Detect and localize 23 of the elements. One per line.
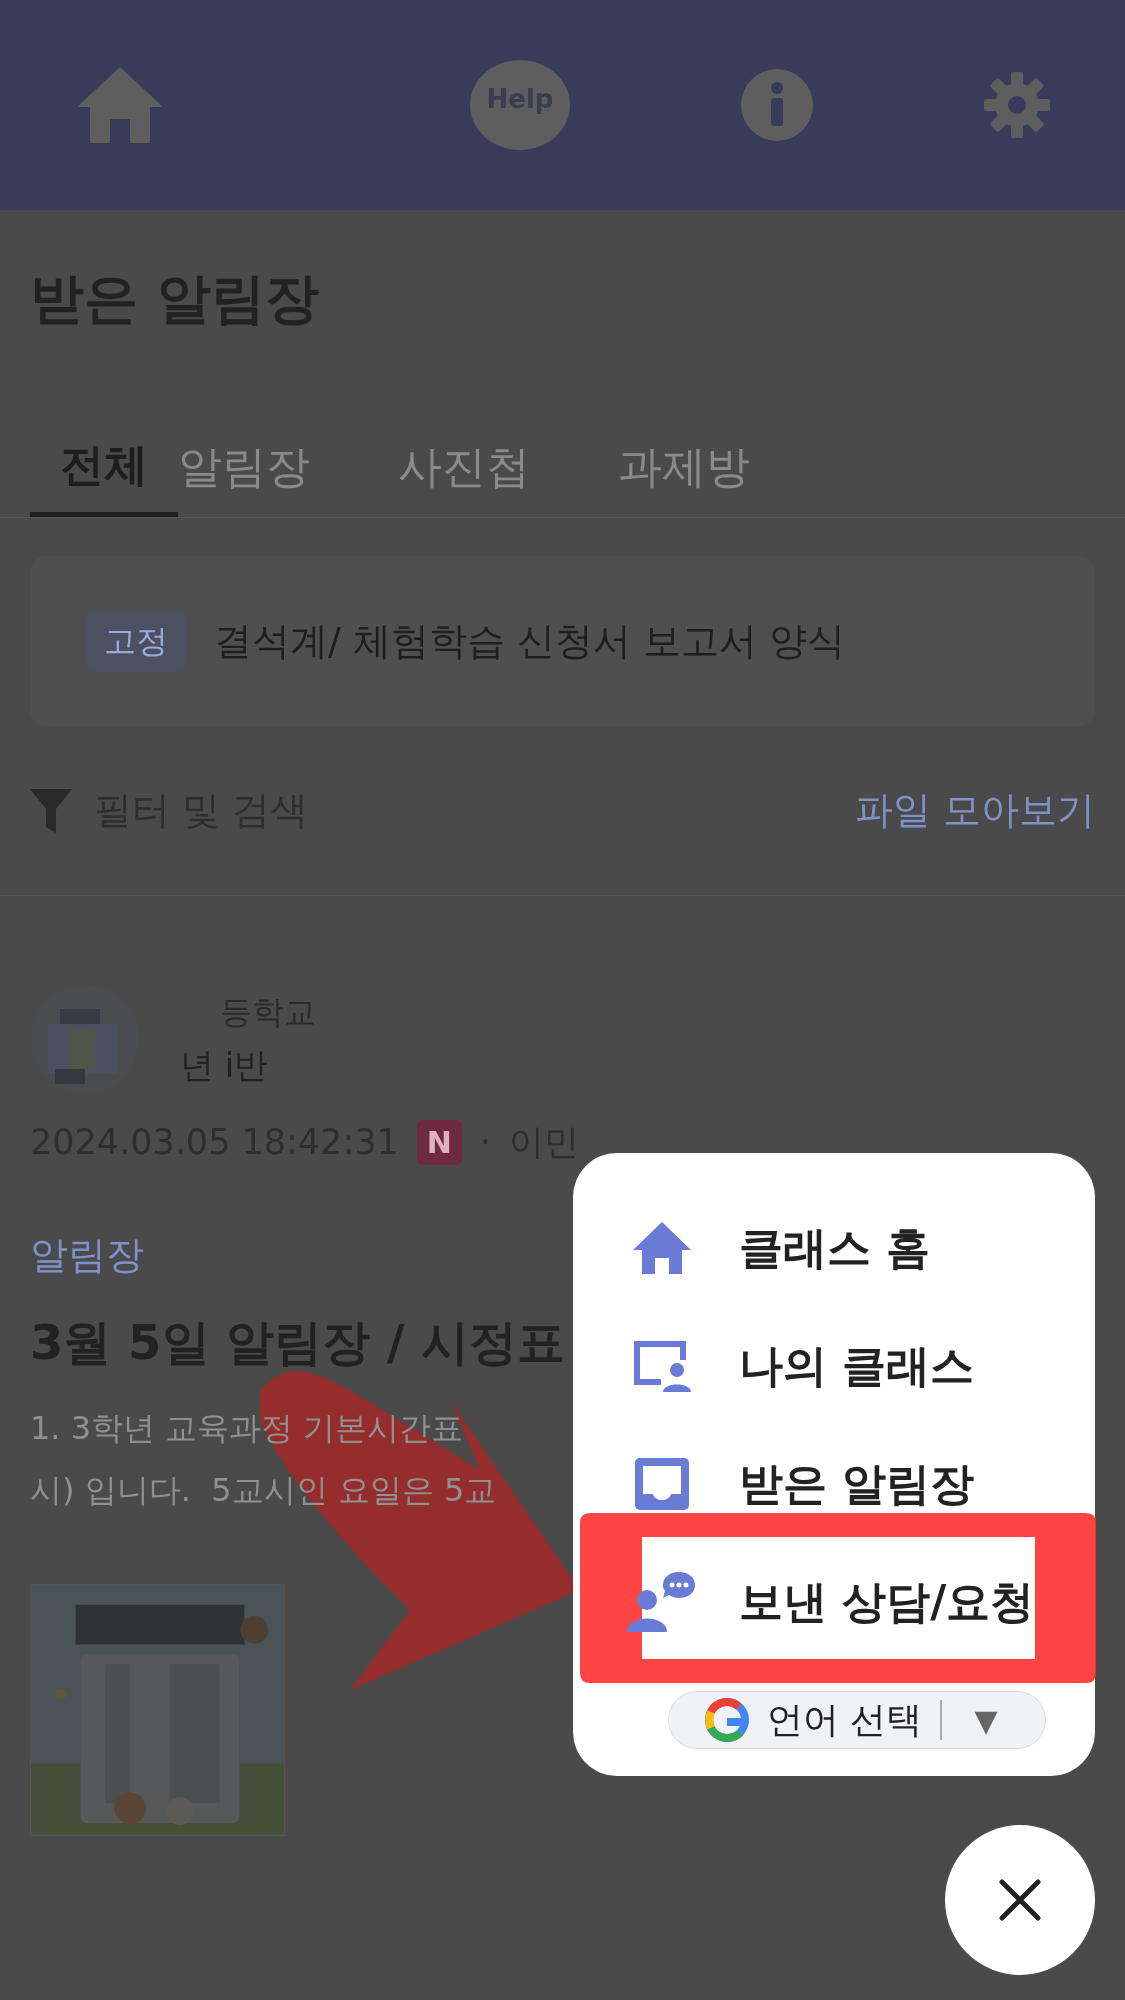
close-icon (998, 1878, 1042, 1922)
menu-item[interactable]: 클래스 홈 (573, 1189, 1095, 1307)
pinned-tag: 고정 (86, 611, 186, 671)
filter-icon[interactable] (30, 788, 72, 833)
language-select[interactable]: 언어 선택 ▼ (668, 1691, 1046, 1749)
home-icon (631, 1220, 693, 1276)
settings-icon[interactable] (984, 72, 1050, 138)
tab[interactable]: 알림장 (178, 417, 398, 517)
tab[interactable]: 과제방 (618, 417, 838, 517)
screen-person-icon (631, 1338, 693, 1394)
menu-item[interactable]: 나의 클래스 (573, 1307, 1095, 1425)
person-chat-icon (627, 1570, 697, 1634)
files-link[interactable]: 파일 모아보기 (854, 782, 1095, 839)
inbox-icon (633, 1456, 691, 1512)
tab[interactable]: 사진첩 (398, 417, 618, 517)
info-icon[interactable] (740, 68, 814, 142)
separator: · (479, 1121, 491, 1164)
menu-item[interactable]: 받은 알림장 (573, 1425, 1095, 1543)
home-icon[interactable] (75, 65, 165, 145)
google-g-icon (705, 1698, 749, 1742)
menu-item[interactable]: 보낸 상담/요청 (573, 1543, 1095, 1661)
new-badge: N (416, 1119, 462, 1165)
post-category: 알림장 (30, 1231, 144, 1279)
